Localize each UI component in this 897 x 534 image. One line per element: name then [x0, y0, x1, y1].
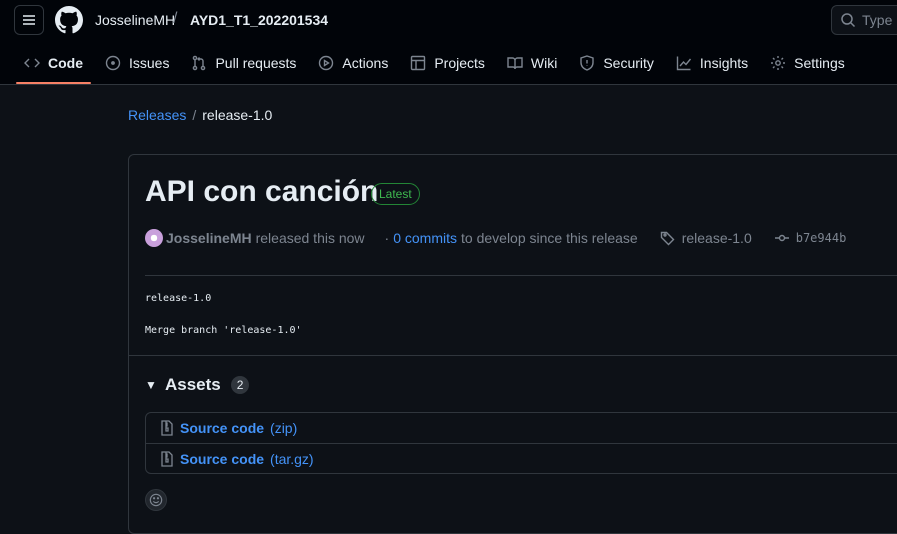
tab-wiki[interactable]: Wiki	[499, 44, 565, 82]
github-logo-icon[interactable]	[55, 6, 83, 34]
breadcrumb: Releases / release-1.0	[128, 107, 272, 123]
file-zip-icon	[161, 420, 173, 436]
code-icon	[24, 58, 40, 68]
release-body-line: release-1.0	[145, 293, 212, 304]
breadcrumb-separator: /	[192, 107, 197, 123]
add-reaction-button[interactable]	[145, 489, 167, 511]
tab-issues[interactable]: Issues	[97, 44, 177, 82]
assets-list: Source code (zip) Source code (tar.gz)	[145, 412, 897, 474]
tab-label: Pull requests	[215, 55, 297, 71]
search-placeholder: Type	[862, 12, 893, 28]
tab-pull-requests[interactable]: Pull requests	[183, 44, 304, 82]
repo-header: JosselineMH / AYD1_T1_202201534 Type / C…	[0, 0, 897, 85]
commits-suffix: to develop since this release	[461, 230, 638, 246]
release-title: API con canción	[145, 175, 379, 208]
release-body-line: Merge branch 'release-1.0'	[145, 325, 302, 336]
pull-request-icon	[193, 55, 206, 71]
path-separator: /	[173, 10, 178, 27]
asset-link-ext[interactable]: (zip)	[270, 420, 297, 436]
avatar[interactable]	[145, 229, 163, 247]
asset-link-ext[interactable]: (tar.gz)	[270, 451, 314, 467]
graph-icon	[676, 56, 691, 71]
tab-security[interactable]: Security	[571, 44, 662, 82]
breadcrumb-releases-link[interactable]: Releases	[128, 107, 186, 123]
asset-link-label[interactable]: Source code	[180, 451, 264, 467]
released-text: released this now	[255, 230, 365, 246]
release-card: API con canción Latest JosselineMH relea…	[128, 154, 897, 534]
meta-dot: ·	[384, 230, 390, 246]
hamburger-icon	[23, 15, 35, 25]
list-item[interactable]: Source code (tar.gz)	[146, 443, 897, 473]
repo-owner-link[interactable]: JosselineMH	[95, 12, 175, 28]
commits-link[interactable]: 0 commits	[393, 230, 457, 246]
tab-label: Settings	[794, 55, 845, 71]
asset-link-label[interactable]: Source code	[180, 420, 264, 436]
play-icon	[319, 55, 334, 71]
tab-settings[interactable]: Settings	[762, 44, 853, 82]
tab-label: Projects	[434, 55, 485, 71]
tab-projects[interactable]: Projects	[402, 44, 493, 82]
commit-sha-link[interactable]: b7e944b	[796, 231, 847, 245]
file-zip-icon	[161, 450, 173, 467]
tab-insights[interactable]: Insights	[668, 44, 756, 82]
tag-link[interactable]: release-1.0	[682, 230, 752, 246]
smiley-icon	[149, 493, 163, 507]
commit-icon	[774, 234, 789, 242]
issue-icon	[105, 55, 121, 71]
author-link[interactable]: JosselineMH	[166, 230, 252, 246]
search-input[interactable]: Type /	[831, 5, 897, 35]
assets-count: 2	[230, 376, 250, 394]
search-icon	[841, 13, 856, 28]
release-meta: JosselineMH released this now · 0 commit…	[145, 229, 846, 247]
shield-icon	[580, 55, 595, 71]
repo-name-link[interactable]: AYD1_T1_202201534	[190, 12, 328, 28]
table-icon	[411, 55, 426, 71]
tab-code[interactable]: Code	[16, 44, 91, 84]
divider	[145, 275, 897, 276]
tab-label: Actions	[342, 55, 389, 71]
list-item[interactable]: Source code (zip)	[146, 413, 897, 443]
tab-label: Code	[48, 55, 83, 71]
tab-label: Insights	[699, 55, 749, 71]
latest-badge: Latest	[371, 183, 420, 205]
tag-icon	[660, 231, 675, 246]
gear-icon	[771, 56, 786, 70]
book-icon	[507, 57, 523, 70]
caret-down-icon: ▼	[145, 378, 157, 392]
menu-button[interactable]	[14, 5, 44, 35]
assets-toggle[interactable]: ▼ Assets 2	[145, 375, 250, 395]
repo-nav-tabs: Code Issues Pull requests Actions Projec…	[16, 44, 859, 84]
divider	[129, 355, 897, 356]
tab-label: Wiki	[530, 55, 558, 71]
tab-label: Issues	[129, 55, 170, 71]
tab-label: Security	[603, 55, 654, 71]
tab-actions[interactable]: Actions	[310, 44, 396, 82]
assets-title: Assets	[165, 375, 221, 394]
breadcrumb-current: release-1.0	[202, 107, 273, 123]
